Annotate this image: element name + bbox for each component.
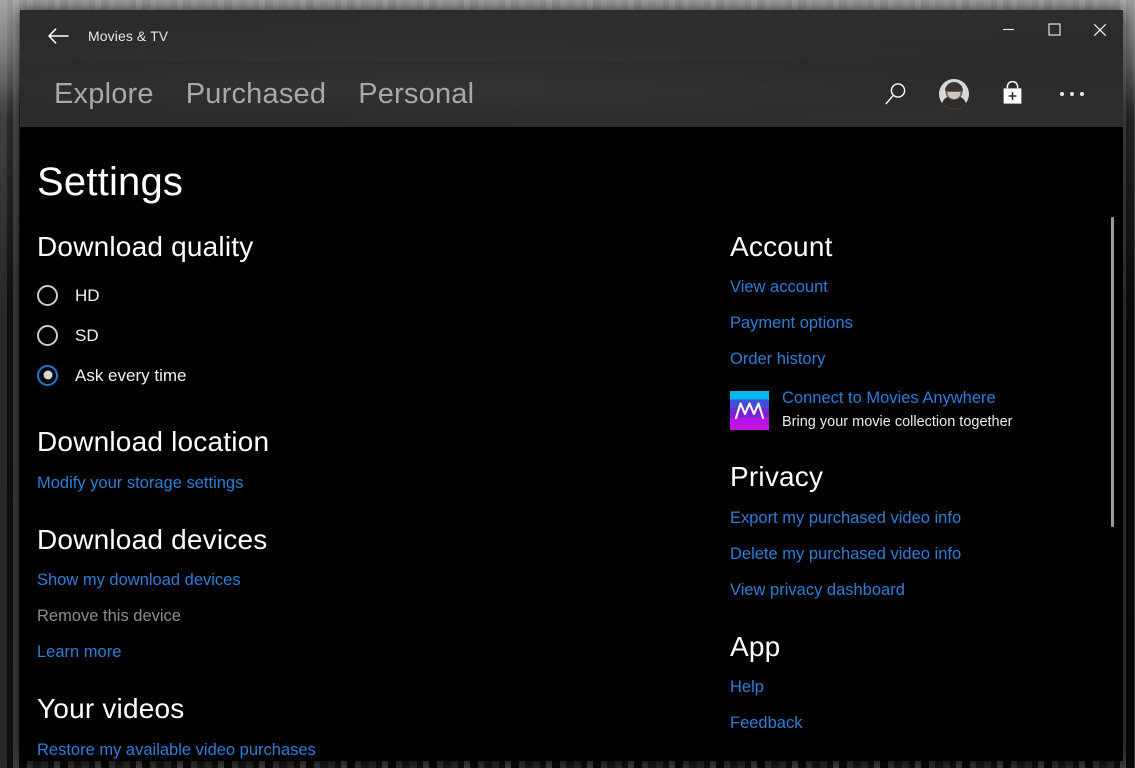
link-connect-to-movies-anywhere[interactable]: Connect to Movies Anywhere xyxy=(782,389,1013,407)
row-modify-storage: Modify your storage settings xyxy=(37,475,725,493)
section-title-download-quality: Download quality xyxy=(37,231,254,262)
title-bar: Movies & TV xyxy=(20,10,1123,61)
row-view-account: View account xyxy=(730,279,1123,297)
avatar[interactable] xyxy=(939,79,969,109)
radio-ask-every-time-label: Ask every time xyxy=(75,365,187,385)
content-scrollbar[interactable] xyxy=(1107,127,1119,761)
page-title: Settings xyxy=(37,160,184,204)
link-learn-more[interactable]: Learn more xyxy=(37,644,121,661)
row-remove-this-device: Remove this device xyxy=(37,608,725,626)
section-app: App Help Feedback xyxy=(730,630,1123,733)
radio-circle-icon xyxy=(37,324,58,346)
link-order-history[interactable]: Order history xyxy=(730,351,825,368)
link-payment-options[interactable]: Payment options xyxy=(730,315,853,332)
link-export-my-purchased-video-info[interactable]: Export my purchased video info xyxy=(730,510,961,527)
avatar-hair xyxy=(945,82,963,91)
nav-tabs: Explore Purchased Personal xyxy=(54,79,474,109)
section-your-videos: Your videos Restore my available video p… xyxy=(37,694,725,759)
row-delete-purchased-video-info: Delete my purchased video info xyxy=(730,546,1123,564)
more-icon xyxy=(1060,92,1084,96)
more-dot-3 xyxy=(1080,92,1084,96)
radio-circle-checked-icon xyxy=(37,364,58,386)
section-title-download-location: Download location xyxy=(37,426,270,458)
close-icon xyxy=(1093,23,1107,36)
radio-hd-label: HD xyxy=(75,285,100,305)
row-restore-purchases: Restore my available video purchases xyxy=(37,742,725,760)
movies-anywhere-text: Connect to Movies Anywhere Bring your mo… xyxy=(782,389,1013,430)
back-arrow-icon xyxy=(48,27,69,44)
radio-sd-label: SD xyxy=(75,325,99,345)
app-window-title: Movies & TV xyxy=(88,27,169,44)
more-button[interactable] xyxy=(1055,77,1089,111)
row-payment-options: Payment options xyxy=(730,315,1123,333)
link-delete-my-purchased-video-info[interactable]: Delete my purchased video info xyxy=(730,546,961,563)
section-title-app: App xyxy=(730,630,781,662)
movies-anywhere-logo-icon xyxy=(730,391,769,431)
section-download-devices: Download devices Show my download device… xyxy=(37,523,725,662)
navigation-bar: Explore Purchased Personal xyxy=(20,61,1123,127)
settings-columns: Download quality HD SD Ask every time Do… xyxy=(20,232,1123,760)
more-dot-1 xyxy=(1060,92,1064,96)
radio-hd[interactable]: HD xyxy=(37,275,725,315)
radio-sd[interactable]: SD xyxy=(37,315,725,355)
back-button[interactable] xyxy=(34,16,82,56)
row-feedback: Feedback xyxy=(730,715,1123,733)
close-button[interactable] xyxy=(1077,10,1123,49)
section-title-account: Account xyxy=(730,231,833,262)
row-view-privacy-dashboard: View privacy dashboard xyxy=(730,582,1123,600)
app-window: Movies & TV Explore Purchased Personal S… xyxy=(20,10,1123,761)
section-download-location: Download location Modify your storage se… xyxy=(37,427,725,492)
row-learn-more: Learn more xyxy=(37,644,725,662)
maximize-icon xyxy=(1047,23,1061,36)
link-view-account[interactable]: View account xyxy=(730,279,828,296)
radio-ask-every-time[interactable]: Ask every time xyxy=(37,355,725,395)
link-feedback[interactable]: Feedback xyxy=(730,715,802,732)
tab-personal[interactable]: Personal xyxy=(358,79,474,109)
link-modify-storage-settings[interactable]: Modify your storage settings xyxy=(37,475,243,492)
window-controls xyxy=(985,10,1123,61)
link-help[interactable]: Help xyxy=(730,679,764,696)
movies-anywhere-subtitle: Bring your movie collection together xyxy=(782,413,1013,430)
minimize-button[interactable] xyxy=(985,10,1031,49)
search-icon xyxy=(885,83,906,105)
minimize-icon xyxy=(1002,28,1014,31)
settings-content: Settings Download quality HD SD Ask ever… xyxy=(20,127,1123,761)
section-title-download-devices: Download devices xyxy=(37,523,268,555)
section-privacy: Privacy Export my purchased video info D… xyxy=(730,462,1123,599)
download-quality-radio-group: HD SD Ask every time xyxy=(37,275,725,395)
radio-circle-icon xyxy=(37,284,58,306)
section-title-your-videos: Your videos xyxy=(37,693,185,725)
section-account: Account View account Payment options Ord… xyxy=(730,231,1123,431)
row-order-history: Order history xyxy=(730,351,1123,369)
link-restore-my-available-video-purchases[interactable]: Restore my available video purchases xyxy=(37,742,316,759)
row-help: Help xyxy=(730,679,1123,697)
movies-anywhere-promo[interactable]: Connect to Movies Anywhere Bring your mo… xyxy=(730,389,1123,431)
link-view-privacy-dashboard[interactable]: View privacy dashboard xyxy=(730,582,905,599)
store-button[interactable] xyxy=(995,77,1029,111)
tab-purchased[interactable]: Purchased xyxy=(186,79,326,109)
left-column: Download quality HD SD Ask every time Do… xyxy=(20,232,725,760)
scrollbar-thumb[interactable] xyxy=(1111,217,1114,527)
row-export-purchased-video-info: Export my purchased video info xyxy=(730,510,1123,528)
maximize-button[interactable] xyxy=(1031,10,1077,49)
section-download-quality: Download quality HD SD Ask every time xyxy=(37,232,725,395)
section-title-privacy: Privacy xyxy=(730,461,824,493)
more-dot-2 xyxy=(1070,92,1074,96)
nav-actions xyxy=(879,77,1099,111)
row-show-download-devices: Show my download devices xyxy=(37,572,725,590)
store-bag-icon xyxy=(1003,81,1021,104)
right-column: Account View account Payment options Ord… xyxy=(725,232,1123,760)
tab-explore[interactable]: Explore xyxy=(54,79,154,109)
link-remove-this-device: Remove this device xyxy=(37,607,181,626)
link-show-my-download-devices[interactable]: Show my download devices xyxy=(37,572,241,589)
search-button[interactable] xyxy=(879,77,913,111)
